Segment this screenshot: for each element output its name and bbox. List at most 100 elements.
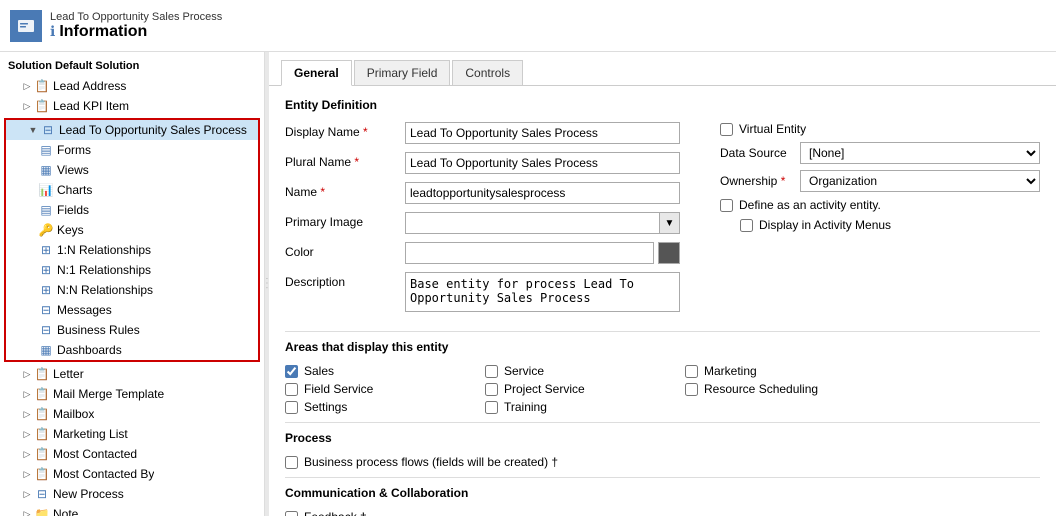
virtual-entity-option: Virtual Entity (720, 122, 1040, 136)
dashboard-icon: ▦ (38, 342, 54, 358)
sidebar-item-lead-kpi[interactable]: ▷ 📋 Lead KPI Item (0, 96, 264, 116)
area-marketing: Marketing (685, 364, 885, 378)
list-icon: 📋 (34, 426, 50, 442)
sidebar-item-mailbox[interactable]: ▷ 📋 Mailbox (0, 404, 264, 424)
required-star: * (781, 174, 786, 188)
sidebar-item-most-contacted-by[interactable]: ▷ 📋 Most Contacted By (0, 464, 264, 484)
expand-icon[interactable]: ▷ (20, 79, 34, 93)
sidebar-item-business-rules[interactable]: ⊟ Business Rules (6, 320, 258, 340)
required-star: * (354, 155, 359, 169)
area-settings-checkbox[interactable] (285, 401, 298, 414)
area-service-label: Service (504, 364, 544, 378)
letter-icon: 📋 (34, 366, 50, 382)
feedback-checkbox[interactable] (285, 511, 298, 516)
data-source-select[interactable]: [None] (800, 142, 1040, 164)
process-icon: ⊟ (34, 486, 50, 502)
display-activity-checkbox[interactable] (740, 219, 753, 232)
sidebar-item-most-contacted[interactable]: ▷ 📋 Most Contacted (0, 444, 264, 464)
template-icon: 📋 (34, 386, 50, 402)
expand-icon[interactable]: ▷ (20, 407, 34, 421)
sidebar-item-label: Letter (53, 367, 84, 381)
section-areas-title: Areas that display this entity (285, 340, 1040, 354)
sidebar-item-label: Keys (57, 223, 84, 237)
sidebar-item-lead-address[interactable]: ▷ 📋 Lead Address (0, 76, 264, 96)
sidebar-item-mail-merge[interactable]: ▷ 📋 Mail Merge Template (0, 384, 264, 404)
sidebar-item-label: Most Contacted By (53, 467, 154, 481)
expand-icon[interactable]: ▷ (20, 487, 34, 501)
expand-icon[interactable]: ▷ (20, 367, 34, 381)
folder-icon: 📋 (34, 98, 50, 114)
expand-icon[interactable]: ▷ (20, 387, 34, 401)
required-star: * (320, 185, 325, 199)
sidebar-item-forms[interactable]: ▤ Forms (6, 140, 258, 160)
expand-icon[interactable]: ▷ (20, 467, 34, 481)
tab-primary-field[interactable]: Primary Field (354, 60, 451, 85)
expand-icon[interactable]: ▷ (20, 99, 34, 113)
ownership-select[interactable]: Organization (800, 170, 1040, 192)
area-field-service: Field Service (285, 382, 485, 396)
section-process-title: Process (285, 431, 1040, 445)
area-sales-checkbox[interactable] (285, 365, 298, 378)
sidebar-item-nn-relationships[interactable]: ⊞ N:N Relationships (6, 280, 258, 300)
sidebar-item-label: Charts (57, 183, 92, 197)
sidebar-item-label: Lead KPI Item (53, 99, 129, 113)
data-source-select-wrapper: [None] (800, 142, 1040, 164)
sidebar-item-messages[interactable]: ⊟ Messages (6, 300, 258, 320)
sidebar-item-1n-relationships[interactable]: ⊞ 1:N Relationships (6, 240, 258, 260)
color-label: Color (285, 242, 405, 259)
sidebar-item-views[interactable]: ▦ Views (6, 160, 258, 180)
sidebar-item-new-process[interactable]: ▷ ⊟ New Process (0, 484, 264, 504)
plural-name-row: Plural Name * (285, 152, 680, 174)
sidebar-item-marketing-list[interactable]: ▷ 📋 Marketing List (0, 424, 264, 444)
sidebar-item-dashboards[interactable]: ▦ Dashboards (6, 340, 258, 360)
tab-general[interactable]: General (281, 60, 352, 86)
divider-3 (285, 477, 1040, 478)
form-right: Virtual Entity Data Source [None] (700, 122, 1040, 323)
highlighted-entity-group: ▼ ⊟ Lead To Opportunity Sales Process ▤ … (4, 118, 260, 362)
divider (285, 331, 1040, 332)
display-activity-label: Display in Activity Menus (759, 218, 891, 232)
sidebar-item-note[interactable]: ▷ 📁 Note (0, 504, 264, 516)
display-name-input[interactable] (405, 122, 680, 144)
tabs-bar: General Primary Field Controls (269, 52, 1056, 86)
field-icon: ▤ (38, 202, 54, 218)
sidebar-item-letter[interactable]: ▷ 📋 Letter (0, 364, 264, 384)
area-service: Service (485, 364, 685, 378)
define-activity-option: Define as an activity entity. (720, 198, 1040, 212)
primary-image-dropdown-btn[interactable]: ▼ (659, 213, 679, 233)
area-resource-scheduling-checkbox[interactable] (685, 383, 698, 396)
description-textarea[interactable]: Base entity for process Lead To Opportun… (405, 272, 680, 312)
bpf-checkbox[interactable] (285, 456, 298, 469)
tab-controls[interactable]: Controls (452, 60, 523, 85)
color-swatch[interactable] (658, 242, 680, 264)
name-input[interactable] (405, 182, 680, 204)
area-training-checkbox[interactable] (485, 401, 498, 414)
sidebar-item-n1-relationships[interactable]: ⊞ N:1 Relationships (6, 260, 258, 280)
area-project-service-checkbox[interactable] (485, 383, 498, 396)
display-name-row: Display Name * (285, 122, 680, 144)
area-marketing-label: Marketing (704, 364, 757, 378)
color-text-input[interactable] (405, 242, 654, 264)
expand-icon[interactable]: ▷ (20, 427, 34, 441)
define-activity-checkbox[interactable] (720, 199, 733, 212)
area-marketing-checkbox[interactable] (685, 365, 698, 378)
expand-icon[interactable]: ▷ (20, 447, 34, 461)
sidebar-item-lead-to-opp[interactable]: ▼ ⊟ Lead To Opportunity Sales Process (6, 120, 258, 140)
sidebar-item-keys[interactable]: 🔑 Keys (6, 220, 258, 240)
expand-icon[interactable]: ▼ (26, 123, 40, 137)
primary-image-dropdown[interactable]: ▼ (405, 212, 680, 234)
primary-image-input-wrapper: ▼ (405, 212, 680, 234)
sidebar-item-charts[interactable]: 📊 Charts (6, 180, 258, 200)
key-icon: 🔑 (38, 222, 54, 238)
virtual-entity-checkbox[interactable] (720, 123, 733, 136)
form-left: Display Name * Plural Name * (285, 122, 680, 323)
ownership-label: Ownership * (720, 174, 800, 188)
sidebar-item-fields[interactable]: ▤ Fields (6, 200, 258, 220)
mailbox-icon: 📋 (34, 406, 50, 422)
expand-icon[interactable]: ▷ (20, 507, 34, 516)
area-field-service-checkbox[interactable] (285, 383, 298, 396)
contact-icon: 📋 (34, 446, 50, 462)
plural-name-input[interactable] (405, 152, 680, 174)
area-service-checkbox[interactable] (485, 365, 498, 378)
description-input-wrapper: Base entity for process Lead To Opportun… (405, 272, 680, 315)
